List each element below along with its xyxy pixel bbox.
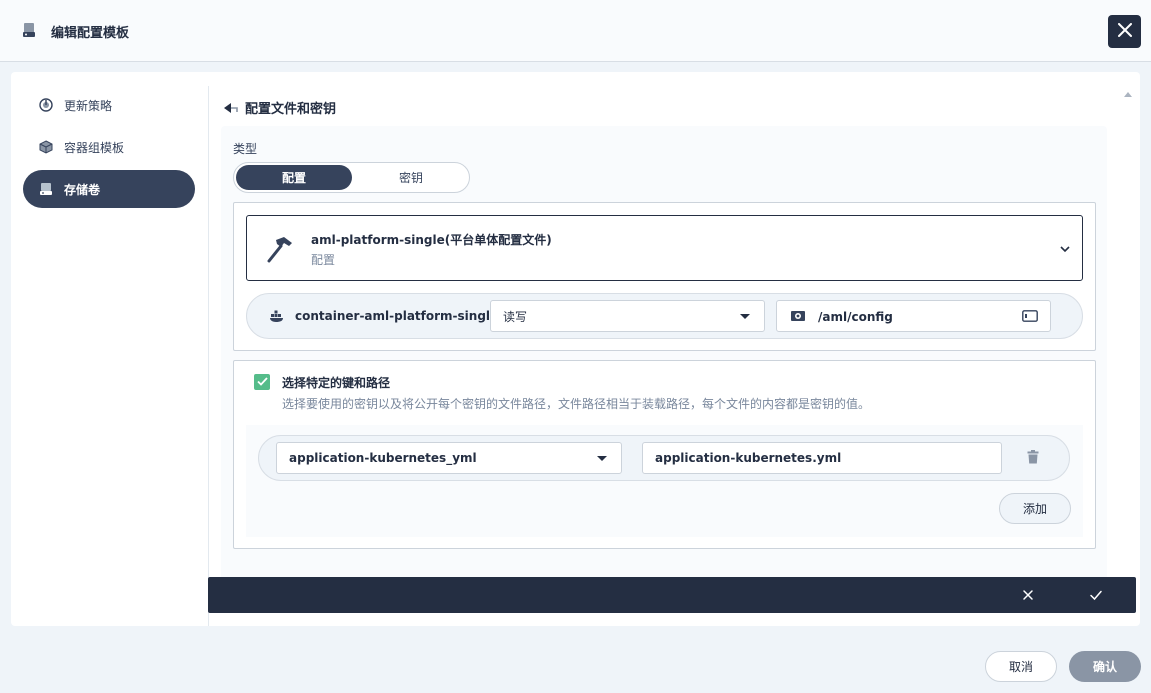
key-path-row: application-kubernetes_yml application-k…	[258, 435, 1070, 481]
key-path-area: application-kubernetes_yml application-k…	[246, 425, 1083, 537]
caret-down-icon	[597, 456, 607, 461]
chevron-down-icon	[1060, 242, 1070, 256]
dialog-title: 编辑配置模板	[51, 26, 130, 41]
storage-icon	[22, 22, 36, 38]
mount-row: container-aml-platform-single 读写 /aml/co…	[246, 293, 1083, 339]
back-arrow-icon[interactable]	[223, 102, 239, 114]
edit-action-bar	[208, 577, 1136, 613]
type-toggle: 配置 密钥	[233, 162, 470, 193]
mount-path-value: /aml/config	[818, 310, 893, 324]
sidebar-item-label: 容器组模板	[64, 140, 125, 155]
access-mode-value: 读写	[503, 309, 528, 324]
dialog-header: 编辑配置模板	[0, 0, 1151, 62]
specific-keys-description: 选择要使用的密钥以及将公开每个密钥的文件路径，文件路径相当于装载路径，每个文件的…	[282, 397, 871, 411]
specific-keys-box: 选择特定的键和路径 选择要使用的密钥以及将公开每个密钥的文件路径，文件路径相当于…	[233, 360, 1096, 549]
storage-volume-icon	[39, 182, 53, 196]
type-option-config[interactable]: 配置	[236, 165, 352, 190]
config-subtitle: 配置	[311, 253, 336, 267]
sidebar-item-update-strategy[interactable]: 更新策略	[23, 86, 195, 124]
sidebar-item-storage-volume[interactable]: 存储卷	[23, 170, 195, 208]
panel-title: 配置文件和密钥	[245, 102, 337, 117]
mount-path-input[interactable]: /aml/config	[776, 300, 1051, 332]
config-select[interactable]: aml-platform-single(平台单体配置文件) 配置	[246, 215, 1083, 281]
sidebar: 更新策略 容器组模板 存储卷	[23, 86, 195, 212]
volume-panel: 配置文件和密钥 类型 配置 密钥 aml-platform-single(平台单…	[208, 86, 1134, 626]
cancel-button[interactable]: 取消	[985, 651, 1057, 682]
key-select[interactable]: application-kubernetes_yml	[276, 442, 622, 474]
container-name: container-aml-platform-single	[295, 309, 499, 323]
sidebar-item-pod-template[interactable]: 容器组模板	[23, 128, 195, 166]
config-box: aml-platform-single(平台单体配置文件) 配置 contain…	[233, 202, 1096, 351]
sidebar-item-label: 存储卷	[64, 182, 101, 197]
update-strategy-icon	[39, 98, 53, 112]
panel-content: 类型 配置 密钥 aml-platform-single(平台单体配置文件) 配…	[221, 126, 1107, 596]
scroll-up-icon[interactable]	[1124, 92, 1132, 97]
terminal-icon[interactable]	[1022, 310, 1038, 325]
add-button[interactable]: 添加	[999, 493, 1071, 524]
access-mode-select[interactable]: 读写	[490, 300, 765, 332]
trash-icon[interactable]	[1027, 450, 1039, 467]
scrollbar[interactable]	[1122, 86, 1134, 586]
pod-template-icon	[39, 140, 53, 154]
specific-keys-checkbox[interactable]	[254, 374, 270, 390]
main-card: 更新策略 容器组模板 存储卷 配置文件和密钥 类型 配置 密钥 aml-plat…	[11, 72, 1140, 626]
sidebar-item-label: 更新策略	[64, 98, 113, 113]
hammer-icon	[265, 234, 295, 264]
key-value: application-kubernetes_yml	[289, 451, 477, 465]
close-icon	[1117, 23, 1132, 40]
close-button[interactable]	[1108, 15, 1141, 48]
confirm-edit-icon[interactable]	[1089, 588, 1103, 605]
mount-path-icon	[790, 309, 806, 326]
config-name: aml-platform-single(平台单体配置文件)	[311, 233, 552, 247]
check-icon	[256, 375, 268, 389]
panel-header: 配置文件和密钥	[223, 98, 336, 117]
path-field[interactable]: application-kubernetes.yml	[642, 442, 1002, 474]
specific-keys-title: 选择特定的键和路径	[282, 376, 391, 390]
type-option-secret[interactable]: 密钥	[353, 165, 469, 190]
confirm-button[interactable]: 确认	[1069, 651, 1141, 682]
caret-down-icon	[740, 314, 750, 319]
type-label: 类型	[233, 142, 258, 156]
cancel-edit-icon[interactable]	[1021, 588, 1035, 605]
path-value: application-kubernetes.yml	[655, 451, 842, 465]
docker-icon	[269, 309, 285, 326]
